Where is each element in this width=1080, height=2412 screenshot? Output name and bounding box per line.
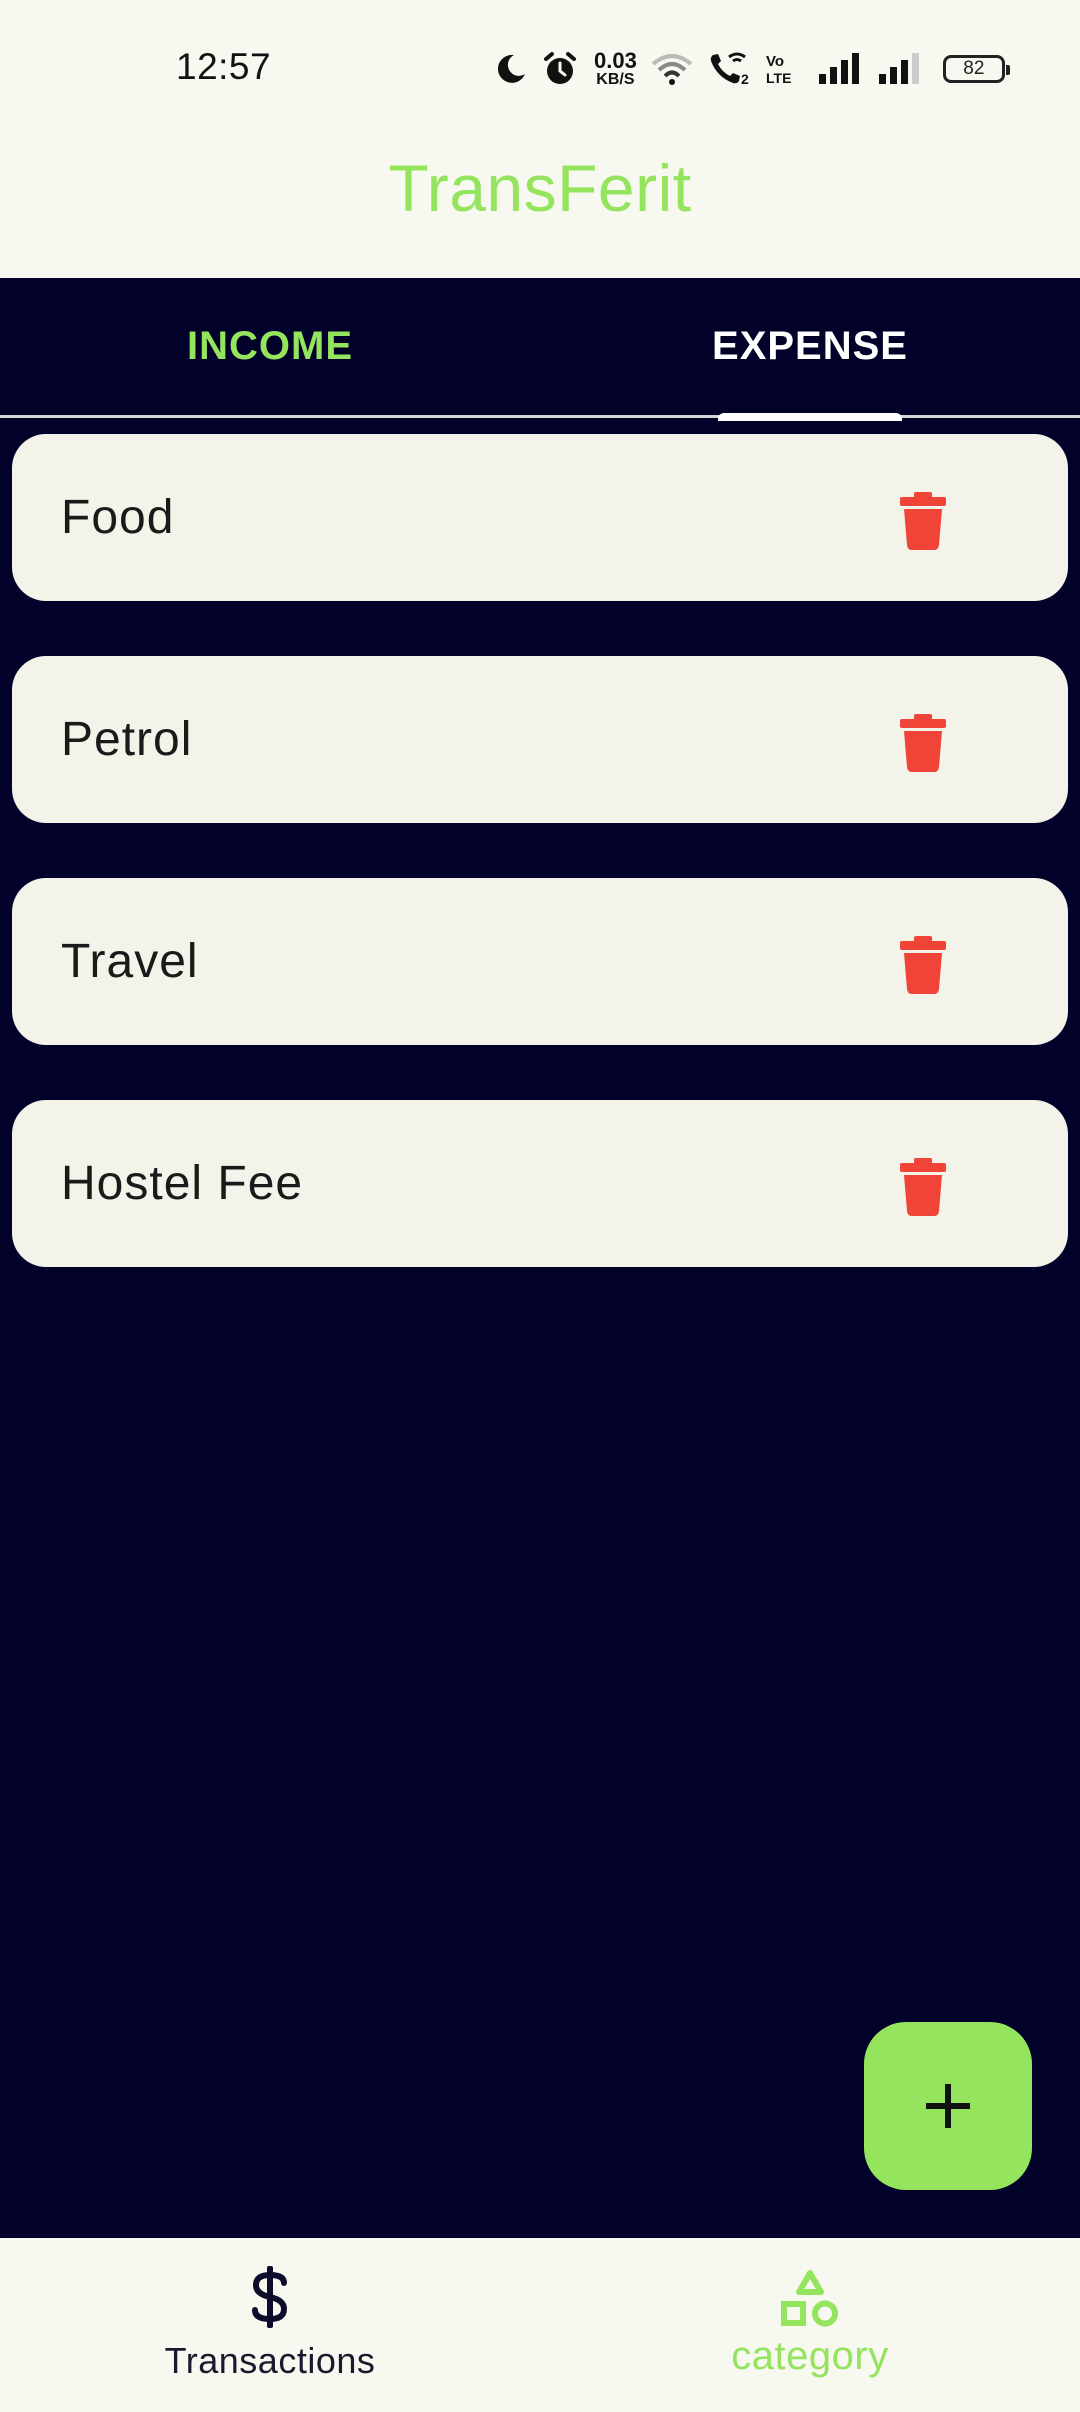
signal-icon (817, 52, 863, 86)
delete-button[interactable] (888, 486, 958, 556)
volte-icon: Vo LTE (765, 52, 803, 86)
nav-label-category: category (731, 2334, 889, 2378)
battery-level: 82 (963, 58, 985, 79)
svg-text:LTE: LTE (766, 70, 791, 86)
tab-bar: INCOME EXPENSE (0, 278, 1080, 421)
wifi-call-icon: 2 (707, 51, 751, 87)
trash-icon (900, 936, 946, 994)
list-item[interactable]: Petrol (12, 656, 1068, 823)
wifi-icon (651, 52, 693, 86)
nav-label-transactions: Transactions (164, 2340, 376, 2381)
trash-icon (900, 1158, 946, 1216)
delete-button[interactable] (888, 930, 958, 1000)
category-name: Travel (61, 935, 199, 988)
list-item[interactable]: Hostel Fee (12, 1100, 1068, 1267)
net-speed-value: 0.03 (594, 48, 637, 73)
status-time: 12:57 (176, 46, 272, 87)
delete-button[interactable] (888, 1152, 958, 1222)
status-bar: 12:57 0.03 KB/S 2 Vo LTE 82 (0, 0, 1080, 140)
alarm-icon (542, 51, 578, 87)
app-header: 12:57 0.03 KB/S 2 Vo LTE 82 TransFerit (0, 0, 1080, 278)
app-title: TransFerit (388, 151, 692, 225)
delete-button[interactable] (888, 708, 958, 778)
list-item[interactable]: Travel (12, 878, 1068, 1045)
battery-icon: 82 (942, 55, 1010, 83)
bottom-navigation: Transactions category (0, 2238, 1080, 2412)
svg-text:Vo: Vo (766, 53, 784, 70)
category-name: Food (61, 491, 175, 544)
dollar-icon (252, 2266, 288, 2328)
category-list: Food Petrol Travel Hostel Fee (12, 434, 1068, 1322)
list-item[interactable]: Food (12, 434, 1068, 601)
trash-icon (900, 714, 946, 772)
net-speed: 0.03 KB/S (594, 50, 637, 88)
tab-expense[interactable]: EXPENSE (540, 278, 1080, 415)
plus-icon (926, 2084, 970, 2128)
shapes-icon (781, 2270, 838, 2327)
trash-icon (900, 492, 946, 550)
status-icons: 0.03 KB/S 2 Vo LTE 82 (494, 46, 1010, 92)
active-tab-indicator (718, 413, 902, 421)
net-speed-unit: KB/S (596, 71, 635, 88)
nav-transactions[interactable]: Transactions (0, 2238, 540, 2412)
signal-icon (877, 52, 923, 86)
tab-income[interactable]: INCOME (0, 278, 540, 415)
nav-category[interactable]: category (540, 2238, 1080, 2412)
svg-text:2: 2 (741, 71, 749, 87)
moon-icon (494, 52, 528, 86)
category-name: Petrol (61, 713, 193, 766)
add-category-button[interactable] (864, 2022, 1032, 2190)
category-name: Hostel Fee (61, 1157, 304, 1210)
